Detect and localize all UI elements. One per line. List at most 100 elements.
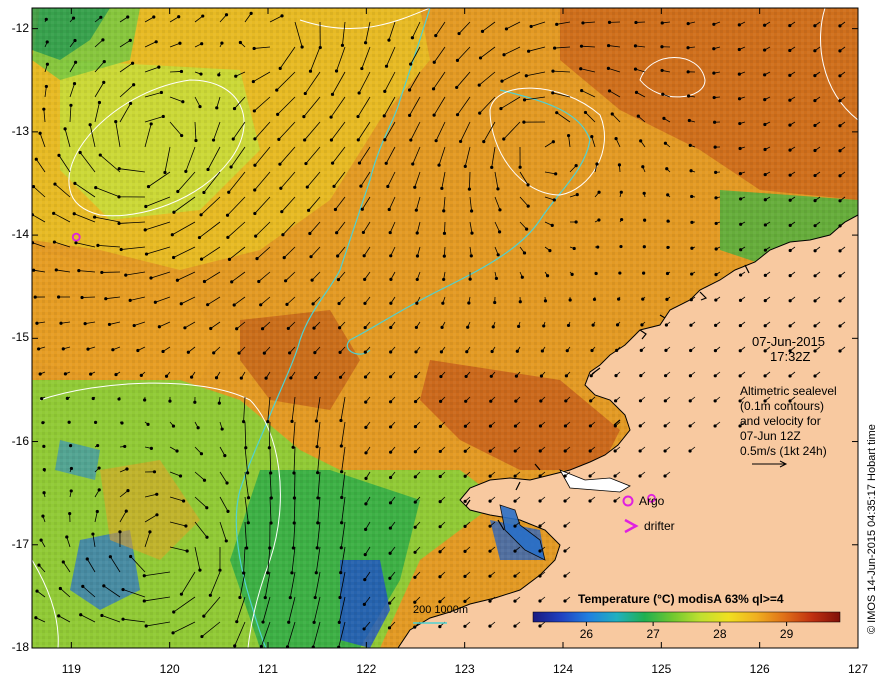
velocity-arrow-head: [789, 299, 792, 302]
velocity-arrow-head: [104, 297, 107, 300]
velocity-arrow-head: [212, 351, 215, 354]
velocity-arrow-head: [519, 300, 522, 303]
velocity-arrow-head: [155, 493, 158, 496]
velocity-arrow-head: [687, 22, 690, 25]
velocity-arrow-head: [513, 499, 516, 502]
velocity-arrow-head: [144, 205, 147, 208]
velocity-arrow-head: [813, 299, 816, 302]
velocity-arrow-head: [513, 549, 516, 552]
velocity-arrow-head: [661, 21, 664, 24]
velocity-arrow-head: [240, 376, 243, 379]
velocity-arrow-head: [409, 63, 412, 66]
velocity-arrow-head: [639, 449, 642, 452]
velocity-arrow-head: [335, 231, 338, 234]
velocity-arrow-head: [664, 349, 667, 352]
velocity-arrow-head: [118, 530, 121, 533]
velocity-arrow-head: [146, 423, 149, 426]
velocity-arrow-head: [79, 613, 82, 616]
velocity-arrow-head: [53, 240, 56, 243]
velocity-arrow-head: [187, 351, 190, 354]
velocity-arrow-head: [539, 449, 542, 452]
velocity-arrow-head: [120, 248, 123, 251]
velocity-arrow-head: [488, 550, 491, 553]
altimetry-line: and velocity for: [740, 414, 837, 429]
velocity-arrow-head: [289, 376, 292, 379]
velocity-arrow-head: [120, 421, 123, 424]
velocity-arrow-head: [86, 557, 89, 560]
velocity-arrow-head: [666, 272, 669, 275]
velocity-arrow-head: [478, 84, 481, 87]
velocity-arrow-head: [389, 278, 392, 281]
velocity-arrow-head: [617, 298, 620, 301]
velocity-arrow-head: [465, 375, 468, 378]
velocity-arrow-head: [813, 24, 816, 27]
velocity-arrow-head: [662, 117, 665, 120]
velocity-arrow-head: [838, 149, 841, 152]
velocity-arrow-head: [455, 86, 458, 89]
velocity-arrow-head: [712, 71, 715, 74]
velocity-arrow-head: [53, 182, 56, 185]
velocity-arrow-head: [686, 46, 689, 49]
velocity-arrow-head: [98, 488, 101, 491]
velocity-arrow-head: [764, 249, 767, 252]
velocity-arrow-head: [234, 75, 237, 78]
velocity-arrow-head: [513, 574, 516, 577]
velocity-arrow-head: [364, 351, 367, 354]
velocity-arrow-head: [515, 375, 518, 378]
velocity-arrow-head: [640, 323, 643, 326]
velocity-arrow-head: [158, 325, 161, 328]
velocity-arrow-head: [383, 114, 386, 117]
velocity-arrow-head: [330, 138, 333, 141]
velocity-arrow-head: [41, 515, 44, 518]
velocity-arrow-head: [279, 187, 282, 190]
velocity-arrow: [82, 297, 95, 298]
velocity-arrow-head: [357, 138, 360, 141]
velocity-arrow-head: [253, 137, 256, 140]
velocity-arrow-head: [301, 45, 304, 48]
velocity-arrow-head: [470, 254, 473, 257]
velocity-arrow-head: [100, 271, 103, 274]
velocity-arrow-head: [538, 524, 541, 527]
velocity-arrow-head: [245, 546, 248, 549]
velocity-arrow-head: [640, 349, 643, 352]
velocity-arrow-head: [200, 452, 203, 455]
velocity-arrow-head: [764, 324, 767, 327]
velocity-arrow-head: [279, 67, 282, 70]
velocity-arrow-head: [202, 615, 205, 618]
velocity-arrow-head: [813, 374, 816, 377]
velocity-arrow-head: [438, 600, 441, 603]
velocity-arrow-head: [41, 421, 44, 424]
velocity-arrow-head: [664, 399, 667, 402]
velocity-arrow-head: [70, 467, 73, 470]
velocity-arrow-head: [408, 88, 411, 91]
velocity-arrow-head: [338, 351, 341, 354]
velocity-arrow-head: [493, 301, 496, 304]
velocity-arrow-head: [712, 47, 715, 50]
velocity-arrow-head: [246, 471, 249, 474]
velocity-arrow-head: [593, 298, 596, 301]
velocity-arrow-head: [514, 474, 517, 477]
velocity-arrow-head: [440, 326, 443, 329]
velocity-arrow-head: [514, 449, 517, 452]
velocity-arrow-head: [715, 247, 718, 250]
velocity-arrow-head: [389, 326, 392, 329]
velocity-arrow-head: [739, 223, 742, 226]
velocity-arrow-head: [175, 449, 178, 452]
velocity-arrow-head: [499, 107, 502, 110]
velocity-arrow-head: [588, 474, 591, 477]
velocity-arrow-head: [539, 424, 542, 427]
velocity-arrow-head: [136, 349, 139, 352]
lat-tick-label: -13: [2, 124, 29, 138]
velocity-arrow-head: [564, 399, 567, 402]
velocity-arrow-head: [581, 21, 584, 24]
velocity-arrow-head: [356, 115, 359, 118]
velocity-arrow-head: [233, 644, 236, 647]
velocity-arrow-head: [254, 235, 257, 238]
velocity-arrow-head: [275, 88, 278, 91]
velocity-arrow-head: [607, 67, 610, 70]
velocity-arrow-head: [635, 91, 638, 94]
velocity-arrow-head: [813, 224, 816, 227]
velocity-arrow-head: [495, 277, 498, 280]
velocity-arrow-head: [555, 111, 558, 114]
velocity-arrow-head: [237, 352, 240, 355]
